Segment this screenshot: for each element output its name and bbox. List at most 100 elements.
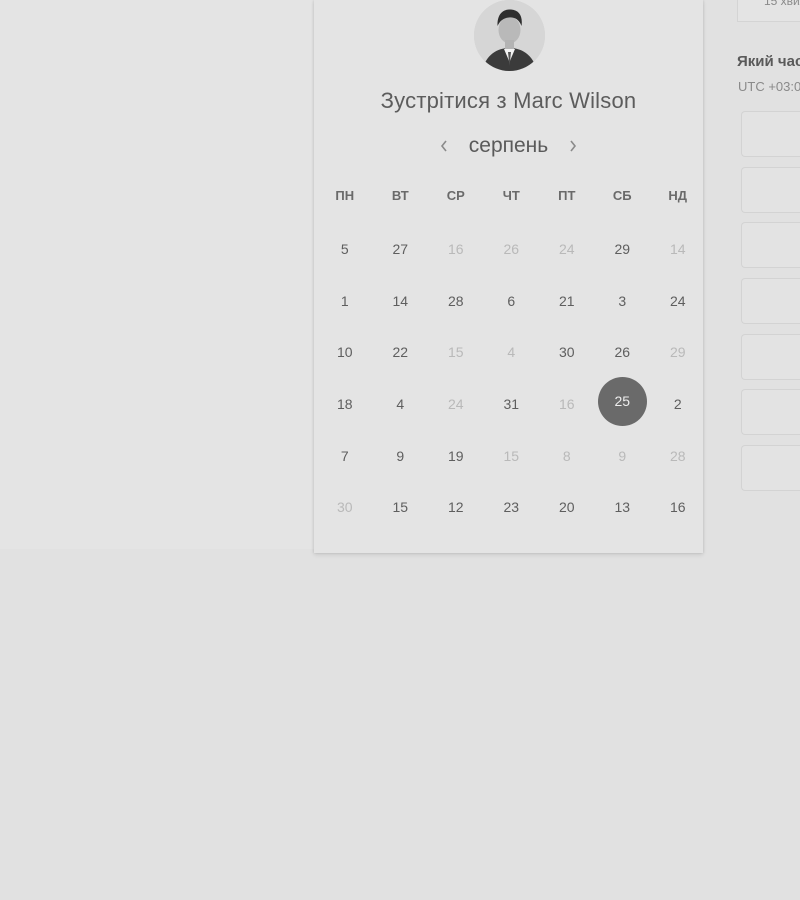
left-panel [0, 0, 314, 549]
day-number: 3 [618, 292, 627, 309]
calendar-day[interactable]: 27 [373, 223, 429, 275]
time-panel: 15 хвил Який час UTC +03:0 [737, 0, 800, 560]
calendar-day[interactable]: 16 [650, 481, 706, 533]
timezone-label: UTC +03:0 [738, 79, 800, 94]
time-slot-button[interactable] [741, 334, 800, 380]
calendar-day[interactable]: 3 [595, 275, 651, 327]
calendar-day[interactable]: 4 [373, 378, 429, 430]
person-photo-icon [474, 0, 545, 71]
day-number: 10 [336, 344, 353, 361]
calendar-day[interactable]: 2 [650, 378, 706, 430]
calendar-day[interactable]: 19 [428, 430, 484, 482]
selected-day[interactable]: 25 [595, 376, 651, 430]
day-number: 26 [503, 240, 520, 257]
calendar-day: 8 [539, 430, 595, 482]
day-number: 8 [562, 447, 571, 464]
day-number: 9 [618, 447, 627, 464]
day-number: 24 [558, 240, 575, 257]
calendar-day[interactable]: 28 [428, 275, 484, 327]
calendar-day[interactable]: 24 [650, 275, 706, 327]
calendar-day[interactable]: 1 [317, 275, 373, 327]
calendar-grid: 5 27 16 26 24 29 14 1 14 28 6 21 3 24 10 22 15 4 30 26 29 18 4… [317, 223, 707, 533]
day-number: 15 [392, 499, 409, 516]
chevron-left-icon [440, 140, 447, 152]
calendar-day[interactable]: 29 [595, 223, 651, 275]
day-number: 20 [558, 499, 575, 516]
calendar-day: 24 [428, 378, 484, 430]
day-number: 16 [558, 395, 575, 412]
calendar-day[interactable]: 20 [539, 481, 595, 533]
day-number: 28 [447, 292, 464, 309]
day-number: 14 [669, 240, 686, 257]
month-label: серпень [468, 134, 549, 157]
day-number: 13 [614, 499, 631, 516]
time-slot-button[interactable] [741, 445, 800, 491]
day-number: 9 [396, 447, 405, 464]
day-number: 1 [340, 292, 349, 309]
calendar-day: 16 [539, 378, 595, 430]
day-number: 18 [336, 395, 353, 412]
day-number: 21 [558, 292, 575, 309]
calendar-day[interactable]: 14 [373, 275, 429, 327]
prev-month-button[interactable] [433, 134, 455, 158]
calendar-day[interactable]: 18 [317, 378, 373, 430]
calendar-day[interactable]: 21 [539, 275, 595, 327]
calendar-day[interactable]: 7 [317, 430, 373, 482]
day-number: 26 [614, 344, 631, 361]
page-title: Зустрітися з Marc Wilson [380, 88, 637, 113]
calendar-day: 15 [484, 430, 540, 482]
time-slot-button[interactable] [741, 111, 800, 157]
time-question-heading: Який час [737, 53, 800, 70]
day-number: 30 [336, 499, 353, 516]
day-number: 24 [669, 292, 686, 309]
weekday-label: СБ [612, 188, 632, 203]
calendar-day: 4 [484, 326, 540, 378]
weekday-label: СР [446, 188, 465, 203]
calendar-day[interactable]: 12 [428, 481, 484, 533]
calendar-day[interactable]: 22 [373, 326, 429, 378]
day-number: 28 [669, 447, 686, 464]
day-number: 27 [392, 240, 409, 257]
weekday-label: ПН [335, 188, 355, 203]
calendar-day: 14 [650, 223, 706, 275]
duration-select[interactable]: 15 хвил [737, 0, 800, 22]
calendar-day: 24 [539, 223, 595, 275]
calendar-day: 16 [428, 223, 484, 275]
calendar-day[interactable]: 10 [317, 326, 373, 378]
calendar-day: 30 [317, 481, 373, 533]
calendar-day[interactable]: 15 [373, 481, 429, 533]
weekday-label: НД [668, 188, 688, 203]
day-number: 29 [614, 240, 631, 257]
calendar-day[interactable]: 30 [539, 326, 595, 378]
day-number: 14 [392, 292, 409, 309]
day-number: 15 [503, 447, 520, 464]
day-number: 25 [597, 376, 647, 426]
day-number: 2 [673, 395, 682, 412]
avatar [474, 0, 545, 71]
weekday-header: ПН ВТ СР ЧТ ПТ СБ НД [317, 188, 707, 208]
calendar-day[interactable]: 5 [317, 223, 373, 275]
day-number: 5 [340, 240, 349, 257]
calendar-day[interactable]: 13 [595, 481, 651, 533]
day-number: 16 [669, 499, 686, 516]
calendar-day: 28 [650, 430, 706, 482]
calendar-day: 26 [484, 223, 540, 275]
calendar-day[interactable]: 26 [595, 326, 651, 378]
day-number: 24 [447, 395, 464, 412]
chevron-right-icon [570, 140, 577, 152]
calendar-day[interactable]: 6 [484, 275, 540, 327]
calendar-day[interactable]: 9 [373, 430, 429, 482]
calendar-day[interactable]: 31 [484, 378, 540, 430]
day-number: 23 [503, 499, 520, 516]
next-month-button[interactable] [562, 134, 584, 158]
day-number: 30 [558, 344, 575, 361]
time-slot-button[interactable] [741, 278, 800, 324]
weekday-label: ВТ [391, 188, 409, 203]
time-slot-button[interactable] [741, 222, 800, 268]
time-slot-button[interactable] [741, 389, 800, 435]
time-slot-button[interactable] [741, 167, 800, 213]
calendar-day[interactable]: 23 [484, 481, 540, 533]
weekday-label: ЧТ [502, 188, 520, 203]
month-navigator: серпень [314, 130, 703, 162]
day-number: 7 [340, 447, 349, 464]
